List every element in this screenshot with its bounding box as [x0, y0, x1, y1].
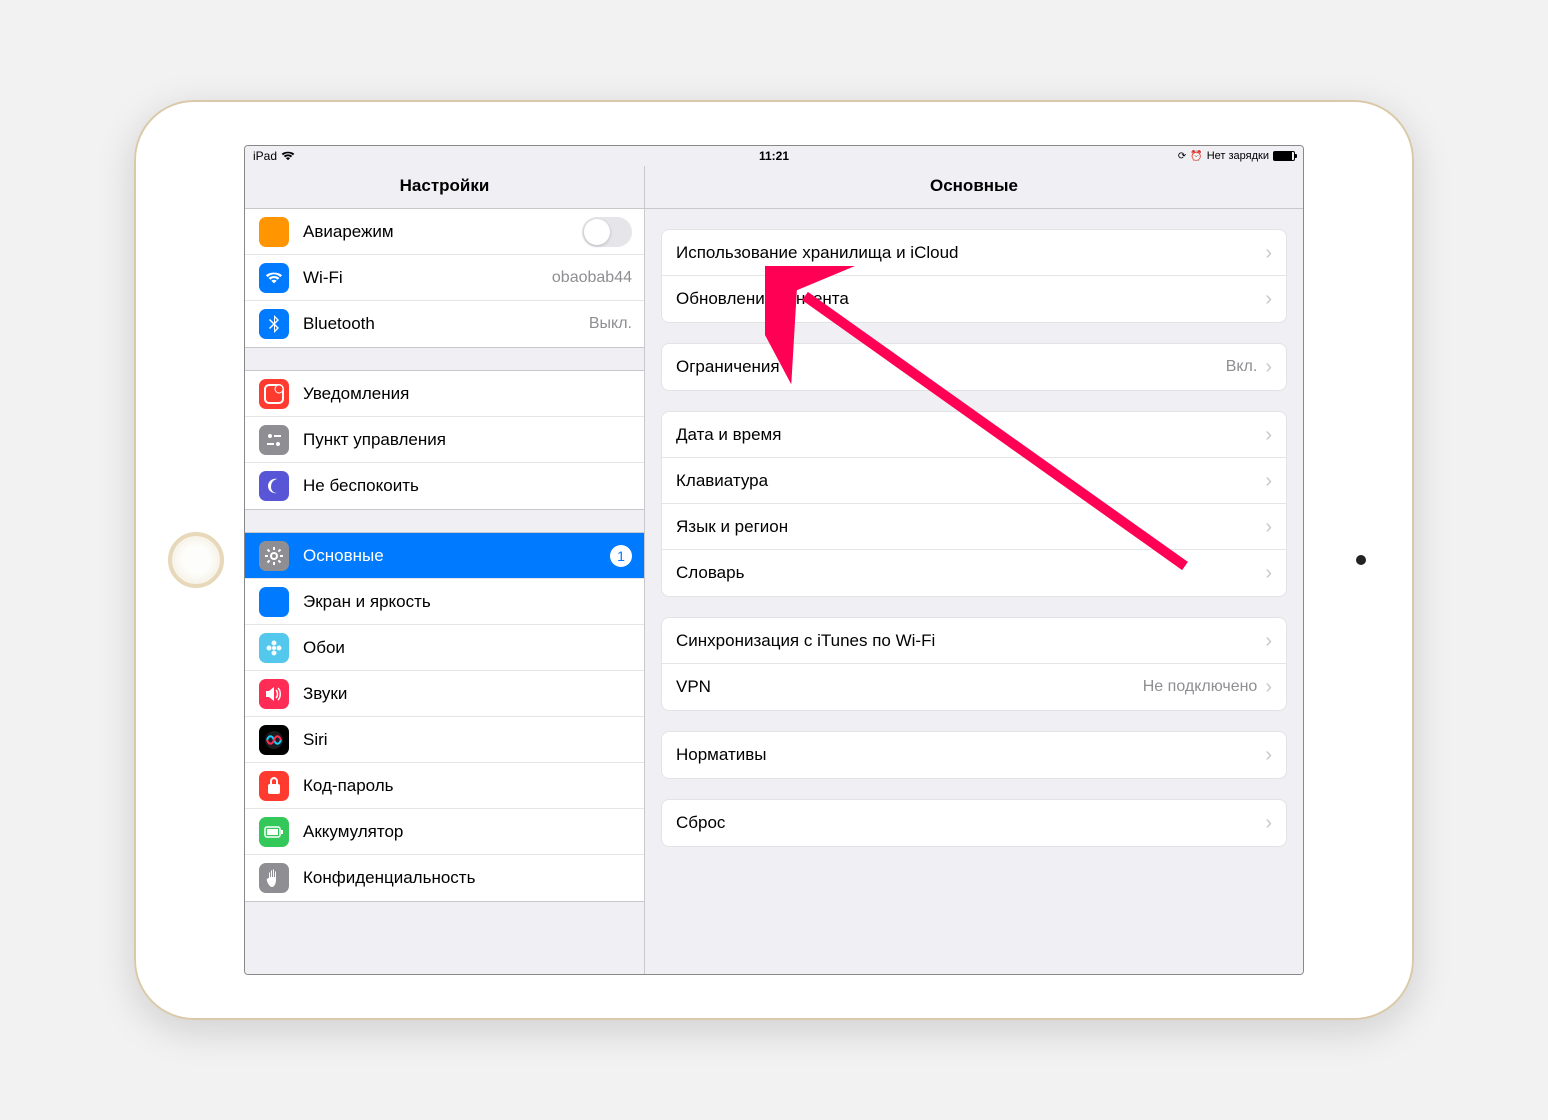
detail-row-value: Вкл.	[1226, 358, 1258, 376]
orientation-lock-icon: ⟳	[1178, 151, 1186, 162]
chevron-right-icon: ›	[1265, 357, 1272, 377]
detail-row-label: Язык и регион	[676, 517, 1265, 537]
control-center-icon	[259, 425, 289, 455]
chevron-right-icon: ›	[1265, 243, 1272, 263]
detail-row-value: Не подключено	[1143, 678, 1258, 696]
sidebar-item-display[interactable]: Экран и яркость	[245, 579, 644, 625]
sidebar-item-label: Wi-Fi	[303, 268, 552, 288]
home-button[interactable]	[168, 532, 224, 588]
detail-row-background-refresh[interactable]: Обновление контента›	[662, 276, 1286, 322]
settings-sidebar: Настройки АвиарежимWi-Fiobaobab44Bluetoo…	[245, 166, 645, 974]
sidebar-item-label: Авиарежим	[303, 222, 582, 242]
sidebar-item-label: Siri	[303, 730, 632, 750]
detail-row-label: VPN	[676, 677, 1143, 697]
bluetooth-icon	[259, 309, 289, 339]
general-icon	[259, 541, 289, 571]
detail-row-label: Нормативы	[676, 745, 1265, 765]
sidebar-item-label: Обои	[303, 638, 632, 658]
sidebar-item-badge: 1	[610, 545, 632, 567]
detail-row-label: Дата и время	[676, 425, 1265, 445]
chevron-right-icon: ›	[1265, 745, 1272, 765]
sidebar-item-bluetooth[interactable]: BluetoothВыкл.	[245, 301, 644, 347]
ipad-device-frame: iPad 11:21 ⟳ ⏰ Нет зарядки Настройки Ави…	[134, 100, 1414, 1020]
sidebar-item-label: Конфиденциальность	[303, 868, 632, 888]
dnd-icon	[259, 471, 289, 501]
sidebar-item-notifications[interactable]: Уведомления	[245, 371, 644, 417]
detail-row-label: Ограничения	[676, 357, 1226, 377]
detail-row-dictionary[interactable]: Словарь›	[662, 550, 1286, 596]
airplane-toggle[interactable]	[582, 217, 632, 247]
detail-row-storage[interactable]: Использование хранилища и iCloud›	[662, 230, 1286, 276]
wifi-icon	[281, 151, 295, 161]
detail-row-label: Обновление контента	[676, 289, 1265, 309]
detail-row-vpn[interactable]: VPNНе подключено ›	[662, 664, 1286, 710]
sidebar-item-label: Звуки	[303, 684, 632, 704]
detail-row-reset[interactable]: Сброс›	[662, 800, 1286, 846]
battery-icon	[1273, 151, 1295, 161]
chevron-right-icon: ›	[1265, 289, 1272, 309]
alarm-icon: ⏰	[1190, 151, 1202, 162]
siri-icon	[259, 725, 289, 755]
sidebar-item-label: Уведомления	[303, 384, 632, 404]
detail-row-label: Сброс	[676, 813, 1265, 833]
sidebar-item-label: Аккумулятор	[303, 822, 632, 842]
status-bar: iPad 11:21 ⟳ ⏰ Нет зарядки	[245, 146, 1303, 166]
chevron-right-icon: ›	[1265, 677, 1272, 697]
sidebar-item-privacy[interactable]: Конфиденциальность	[245, 855, 644, 901]
detail-row-label: Клавиатура	[676, 471, 1265, 491]
sidebar-item-label: Bluetooth	[303, 314, 589, 334]
wallpaper-icon	[259, 633, 289, 663]
battery-status-label: Нет зарядки	[1207, 150, 1269, 162]
detail-row-keyboard[interactable]: Клавиатура›	[662, 458, 1286, 504]
device-name-label: iPad	[253, 149, 277, 163]
sidebar-item-wifi[interactable]: Wi-Fiobaobab44	[245, 255, 644, 301]
sidebar-item-general[interactable]: Основные1	[245, 533, 644, 579]
detail-row-label: Использование хранилища и iCloud	[676, 243, 1265, 263]
sidebar-item-label: Основные	[303, 546, 610, 566]
sidebar-title: Настройки	[245, 166, 644, 209]
chevron-right-icon: ›	[1265, 471, 1272, 491]
sidebar-item-control-center[interactable]: Пункт управления	[245, 417, 644, 463]
sidebar-item-wallpaper[interactable]: Обои	[245, 625, 644, 671]
sidebar-item-passcode[interactable]: Код-пароль	[245, 763, 644, 809]
screen: iPad 11:21 ⟳ ⏰ Нет зарядки Настройки Ави…	[244, 145, 1304, 975]
detail-title: Основные	[645, 166, 1303, 209]
privacy-icon	[259, 863, 289, 893]
display-icon	[259, 587, 289, 617]
detail-row-label: Синхронизация с iTunes по Wi-Fi	[676, 631, 1265, 651]
wifi-icon	[259, 263, 289, 293]
chevron-right-icon: ›	[1265, 813, 1272, 833]
sounds-icon	[259, 679, 289, 709]
battery-icon	[259, 817, 289, 847]
sidebar-item-label: Не беспокоить	[303, 476, 632, 496]
passcode-icon	[259, 771, 289, 801]
detail-pane: Основные Использование хранилища и iClou…	[645, 166, 1303, 974]
chevron-right-icon: ›	[1265, 563, 1272, 583]
chevron-right-icon: ›	[1265, 631, 1272, 651]
sidebar-item-sounds[interactable]: Звуки	[245, 671, 644, 717]
detail-row-restrictions[interactable]: ОграниченияВкл. ›	[662, 344, 1286, 390]
status-time: 11:21	[759, 149, 789, 163]
chevron-right-icon: ›	[1265, 425, 1272, 445]
sidebar-item-airplane[interactable]: Авиарежим	[245, 209, 644, 255]
front-camera	[1356, 555, 1366, 565]
sidebar-item-label: Пункт управления	[303, 430, 632, 450]
detail-row-itunes-sync[interactable]: Синхронизация с iTunes по Wi-Fi›	[662, 618, 1286, 664]
airplane-icon	[259, 217, 289, 247]
chevron-right-icon: ›	[1265, 517, 1272, 537]
detail-row-label: Словарь	[676, 563, 1265, 583]
sidebar-item-siri[interactable]: Siri	[245, 717, 644, 763]
sidebar-item-dnd[interactable]: Не беспокоить	[245, 463, 644, 509]
detail-row-regulatory[interactable]: Нормативы›	[662, 732, 1286, 778]
sidebar-item-value: obaobab44	[552, 269, 632, 287]
detail-row-datetime[interactable]: Дата и время›	[662, 412, 1286, 458]
sidebar-item-label: Код-пароль	[303, 776, 632, 796]
notifications-icon	[259, 379, 289, 409]
sidebar-item-battery[interactable]: Аккумулятор	[245, 809, 644, 855]
detail-row-language[interactable]: Язык и регион›	[662, 504, 1286, 550]
sidebar-item-label: Экран и яркость	[303, 592, 632, 612]
sidebar-item-value: Выкл.	[589, 315, 632, 333]
